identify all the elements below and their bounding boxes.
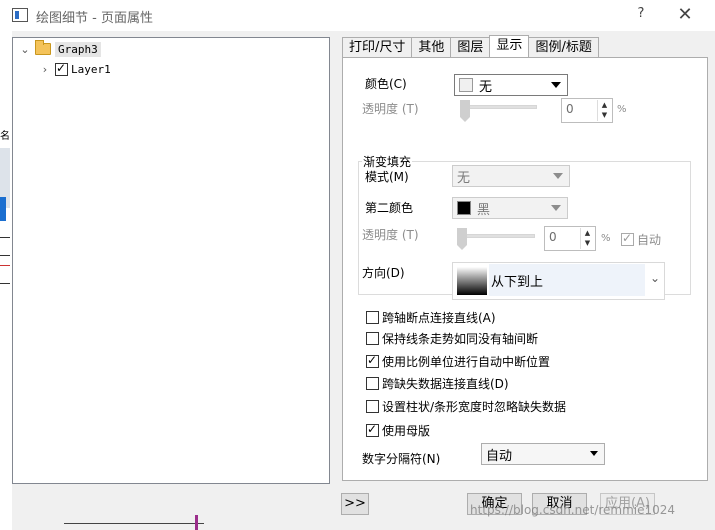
second-color-label: 第二颜色 (365, 201, 414, 215)
second-color-value: 黑 (477, 202, 491, 218)
tree-node-layer1[interactable]: › Layer1 (39, 59, 114, 79)
second-color-select[interactable]: 黑 (452, 197, 568, 219)
tree-node-graph3[interactable]: ⌄ Graph3 (19, 39, 101, 59)
transparency-value: 0 (566, 102, 574, 116)
option-row[interactable]: 使用比例单位进行自动中断位置 (366, 353, 550, 370)
option-label: 跨轴断点连接直线(A) (382, 311, 496, 325)
direction-value: 从下到上 (491, 275, 544, 290)
color-value: 无 (479, 79, 493, 95)
background-line (0, 265, 10, 266)
title-bar: 绘图细节 - 页面属性 ? ✕ (0, 0, 715, 31)
display-tab-panel: 颜色(C) 无 透明度 (T) 0 ▲ ▼ % 渐变填充 模式(M) 无 第二颜… (342, 57, 708, 481)
dropdown-arrow-icon (551, 82, 561, 88)
mode-value: 无 (457, 170, 471, 186)
layer1-visible-checkbox[interactable] (55, 61, 68, 76)
tree-node-label: Graph3 (55, 41, 101, 57)
color-swatch (459, 78, 473, 92)
gradient-auto-option[interactable]: 自动 (621, 231, 661, 248)
option-checkbox[interactable] (366, 377, 379, 390)
option-checkbox[interactable] (366, 400, 379, 413)
tab-other[interactable]: 其他 (411, 37, 452, 58)
gradient-preview-icon (457, 267, 487, 295)
background-line (0, 237, 10, 238)
tab-strip: 打印/尺寸 其他 图层 显示 图例/标题 (342, 35, 599, 58)
spin-up-icon[interactable]: ▲ (581, 228, 594, 238)
color-label: 颜色(C) (365, 77, 407, 91)
chevron-down-icon: ⌄ (649, 271, 660, 285)
option-row[interactable]: 设置柱状/条形宽度时忽略缺失数据 (366, 398, 566, 415)
watermark-text: https://blog.csdn.net/remmie1024 (470, 503, 676, 517)
option-checkbox[interactable] (366, 422, 379, 437)
option-row[interactable]: 跨轴断点连接直线(A) (366, 309, 496, 326)
gradient-transparency-thumb[interactable] (457, 228, 467, 250)
tree-node-label: Layer1 (71, 62, 111, 76)
background-line (64, 523, 204, 524)
gradient-auto-checkbox[interactable] (621, 231, 634, 246)
spin-buttons[interactable]: ▲ ▼ (580, 228, 594, 249)
window-title: 绘图细节 - 页面属性 (36, 11, 153, 26)
tab-display[interactable]: 显示 (489, 35, 530, 58)
option-label: 跨缺失数据连接直线(D) (382, 377, 509, 391)
spin-buttons[interactable]: ▲ ▼ (597, 100, 611, 121)
option-checkbox[interactable] (366, 332, 379, 345)
option-row[interactable]: 跨缺失数据连接直线(D) (366, 375, 509, 392)
transparency-label: 透明度 (T) (362, 102, 419, 116)
collapse-arrow-icon[interactable]: ⌄ (19, 43, 31, 56)
spin-down-icon[interactable]: ▼ (581, 238, 594, 248)
digit-separator-select[interactable]: 自动 (481, 443, 605, 465)
direction-label: 方向(D) (362, 266, 405, 280)
option-label: 保持线条走势如同没有轴间断 (382, 332, 539, 346)
spin-up-icon[interactable]: ▲ (598, 100, 611, 110)
background-line (0, 255, 10, 256)
option-label: 使用母版 (382, 424, 431, 438)
layer-tree[interactable]: ⌄ Graph3 › Layer1 (12, 37, 330, 484)
gradient-transparency-value: 0 (549, 230, 557, 244)
gradient-transparency-unit: % (601, 233, 611, 244)
tab-print-size[interactable]: 打印/尺寸 (342, 37, 413, 58)
mode-select[interactable]: 无 (452, 165, 570, 187)
background-accent (0, 197, 6, 221)
option-label: 设置柱状/条形宽度时忽略缺失数据 (382, 400, 567, 414)
gradient-transparency-track[interactable] (457, 234, 535, 238)
option-checkbox[interactable] (366, 311, 379, 324)
dropdown-arrow-icon (551, 205, 561, 211)
background-window-strip: 名 (0, 31, 12, 530)
gradient-auto-label: 自动 (637, 233, 662, 247)
option-row[interactable]: 保持线条走势如同没有轴间断 (366, 330, 538, 347)
expand-button[interactable]: >> (341, 493, 369, 515)
tab-layer[interactable]: 图层 (450, 37, 491, 58)
tab-legend-title[interactable]: 图例/标题 (528, 37, 599, 58)
folder-open-icon (35, 40, 51, 55)
gradient-transparency-spinbox[interactable]: 0 ▲ ▼ (544, 226, 596, 251)
option-checkbox[interactable] (366, 353, 379, 368)
transparency-slider-track[interactable] (460, 105, 537, 109)
second-color-swatch (457, 201, 471, 215)
transparency-unit: % (617, 104, 627, 115)
help-button[interactable]: ? (632, 6, 650, 24)
spin-down-icon[interactable]: ▼ (598, 110, 611, 120)
option-row[interactable]: 使用母版 (366, 422, 430, 439)
background-edge-char: 名 (0, 131, 10, 142)
gradient-transparency-label: 透明度 (T) (362, 228, 419, 242)
transparency-spinbox[interactable]: 0 ▲ ▼ (561, 98, 613, 123)
window-app-icon (12, 8, 28, 22)
color-select[interactable]: 无 (454, 74, 568, 96)
digit-separator-label: 数字分隔符(N) (362, 452, 441, 466)
background-accent (195, 515, 198, 530)
expand-arrow-icon[interactable]: › (39, 63, 51, 76)
digit-separator-value: 自动 (486, 448, 513, 464)
option-label: 使用比例单位进行自动中断位置 (382, 355, 551, 369)
close-button[interactable]: ✕ (674, 4, 696, 26)
background-line (0, 283, 10, 284)
direction-select[interactable]: 从下到上 ⌄ (452, 262, 665, 300)
dropdown-arrow-icon (553, 173, 563, 179)
mode-label: 模式(M) (365, 170, 409, 184)
dropdown-arrow-icon (590, 451, 598, 456)
transparency-slider-thumb[interactable] (460, 100, 470, 122)
